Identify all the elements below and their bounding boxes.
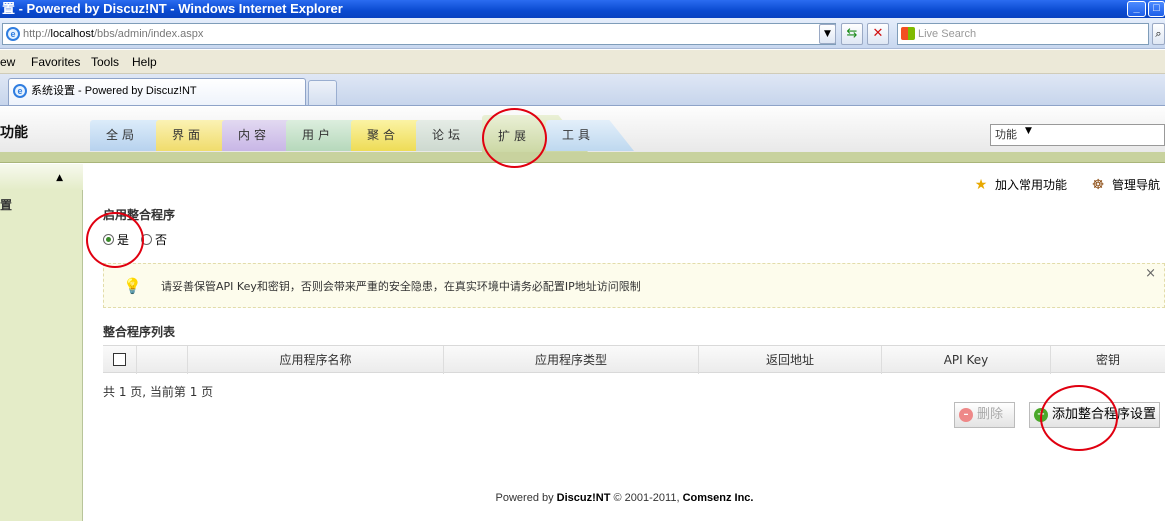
select-all-checkbox[interactable]	[113, 353, 126, 366]
column-app-type: 应用程序类型	[443, 346, 698, 374]
window-title: 置 - Powered by Discuz!NT - Windows Inter…	[2, 1, 343, 16]
column-return-url: 返回地址	[698, 346, 881, 374]
footer-powered: Powered by	[495, 492, 557, 504]
ie-tab-icon: e	[13, 84, 27, 98]
tab-forum-label: 论坛	[432, 128, 465, 142]
security-notice: 💡 请妥善保管API Key和密钥，否则会带来严重的安全隐患，在真实环境中请务必…	[103, 263, 1165, 308]
notice-text: 请妥善保管API Key和密钥，否则会带来严重的安全隐患，在真实环境中请务必配置…	[161, 280, 641, 293]
footer-brand[interactable]: Discuz!NT	[557, 492, 611, 504]
add-common-link[interactable]: ★ 加入常用功能	[972, 176, 1067, 194]
radio-no-label: 否	[155, 233, 168, 247]
live-search-icon	[901, 27, 915, 40]
menu-view[interactable]: ew	[0, 50, 15, 74]
browser-tab-strip: e 系统设置 - Powered by Discuz!NT	[0, 74, 1165, 106]
search-placeholder: Live Search	[918, 28, 977, 40]
maximize-button[interactable]: □	[1148, 1, 1165, 17]
annotation-circle-radio-yes	[86, 212, 144, 268]
address-toolbar: e http://localhost/bbs/admin/index.aspx …	[0, 18, 1165, 49]
footer-copyright: © 2001-2011,	[610, 492, 683, 504]
tab-user-label: 用户	[302, 128, 335, 142]
browser-tab-label: 系统设置 - Powered by Discuz!NT	[31, 85, 197, 97]
column-api-key: API Key	[881, 346, 1050, 374]
admin-nav-link[interactable]: ☸ 管理导航	[1089, 176, 1160, 194]
chevron-down-icon: ▼	[1025, 126, 1032, 136]
ie-page-icon: e	[6, 27, 20, 41]
refresh-icon[interactable]: ⇆	[841, 23, 863, 45]
delete-icon: –	[959, 408, 973, 422]
tab-tools[interactable]: 工具	[546, 120, 634, 151]
sidebar: ▲ 置	[0, 164, 83, 521]
tab-interface-label: 界面	[172, 128, 205, 142]
close-icon[interactable]: ×	[1145, 251, 1156, 296]
star-icon: ★	[974, 177, 988, 193]
tab-aggregate-label: 聚合	[367, 128, 400, 142]
integration-list-title: 整合程序列表	[103, 325, 176, 339]
column-spacer	[136, 346, 187, 374]
header-divider	[0, 152, 1165, 163]
function-select[interactable]: 功能 ▼	[990, 124, 1165, 146]
window-title-bar: 置 - Powered by Discuz!NT - Windows Inter…	[0, 0, 1165, 18]
browser-tab[interactable]: e 系统设置 - Powered by Discuz!NT	[8, 78, 306, 105]
page-title: 功能	[0, 125, 28, 141]
table-header: 应用程序名称 应用程序类型 返回地址 API Key 密钥	[103, 345, 1165, 374]
menu-favorites[interactable]: Favorites	[31, 50, 80, 74]
main-content: ★ 加入常用功能 ☸ 管理导航 启用整合程序 是 否 💡 请妥善保管API Key和…	[84, 164, 1165, 521]
radio-no[interactable]: 否	[141, 232, 167, 248]
add-common-label: 加入常用功能	[995, 178, 1068, 192]
lightbulb-icon: 💡	[123, 277, 142, 295]
url-path: /bbs/admin/index.aspx	[93, 28, 204, 40]
menu-help[interactable]: Help	[132, 50, 157, 74]
sidebar-item-settings[interactable]: 置	[0, 196, 12, 213]
search-input[interactable]: Live Search	[897, 23, 1149, 45]
menu-bar: ew Favorites Tools Help	[0, 50, 1165, 74]
url-scheme: http://	[23, 28, 51, 40]
annotation-circle-extend-tab	[482, 108, 547, 168]
tab-content-label: 内容	[238, 128, 271, 142]
footer: Powered by Discuz!NT © 2001-2011, Comsen…	[84, 492, 1165, 504]
stop-icon[interactable]: ✕	[867, 23, 889, 45]
menu-tools[interactable]: Tools	[91, 50, 119, 74]
minimize-button[interactable]: _	[1127, 1, 1146, 17]
url-host: localhost	[50, 28, 94, 40]
delete-label: 删除	[977, 407, 1004, 422]
admin-nav-label: 管理导航	[1112, 178, 1161, 192]
sidebar-collapse-icon[interactable]: ▲	[0, 164, 83, 190]
footer-company[interactable]: Comsenz Inc.	[683, 492, 754, 504]
column-secret: 密钥	[1050, 346, 1165, 374]
delete-button[interactable]: – 删除	[954, 402, 1015, 428]
function-select-value: 功能	[995, 128, 1017, 141]
tab-global-label: 全局	[106, 128, 139, 142]
helm-icon: ☸	[1091, 177, 1105, 193]
new-tab-button[interactable]	[308, 80, 337, 105]
search-go-icon[interactable]: ⌕	[1152, 23, 1165, 45]
tab-tools-label: 工具	[562, 128, 595, 142]
annotation-circle-add-button	[1040, 385, 1118, 451]
admin-header: 功能 全局 界面 内容 用户 聚合 论坛 扩展 工具 功能 ▼	[0, 107, 1165, 152]
pager: 共 1 页, 当前第 1 页	[103, 385, 214, 399]
address-field[interactable]: e http://localhost/bbs/admin/index.aspx	[2, 23, 836, 45]
address-dropdown-icon[interactable]: ▼	[819, 24, 836, 44]
column-app-name: 应用程序名称	[187, 346, 443, 374]
